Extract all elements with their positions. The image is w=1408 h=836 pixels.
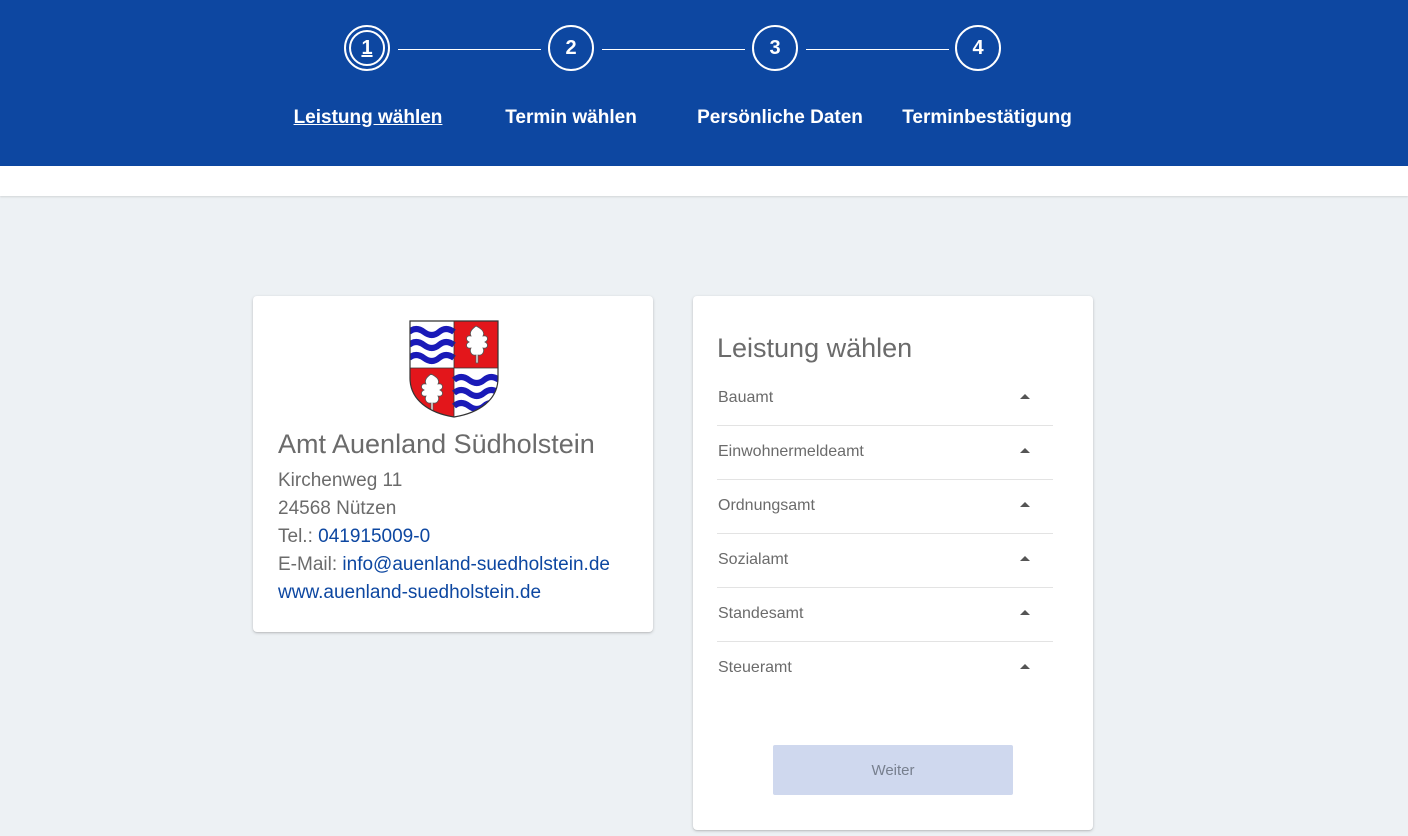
stepper-header: 1 2 3 4 Leistung wählen Termin wählen Pe… — [0, 0, 1408, 166]
office-street: Kirchenweg 11 — [278, 470, 403, 491]
service-item-label: Standesamt — [718, 605, 804, 622]
phone-link[interactable]: 041915009-0 — [318, 526, 430, 547]
email-label: E-Mail: — [278, 554, 338, 575]
service-item-label: Steueramt — [718, 659, 792, 676]
office-info-card: Amt Auenland Südholstein Kirchenweg 11 2… — [253, 296, 653, 632]
phone-label: Tel.: — [278, 526, 313, 547]
caret-up-icon — [1020, 502, 1030, 507]
office-phone-line: Tel.: 041915009-0 — [278, 526, 430, 548]
subheader-strip — [0, 166, 1408, 196]
step-2-circle[interactable]: 2 — [548, 25, 594, 71]
office-city: 24568 Nützen — [278, 498, 397, 519]
service-item-bauamt[interactable]: Bauamt — [717, 371, 1053, 426]
service-selection-card: Leistung wählen Bauamt Einwohnermeldeamt… — [693, 296, 1093, 830]
step-connector — [398, 49, 541, 50]
caret-up-icon — [1020, 556, 1030, 561]
step-number: 2 — [565, 36, 577, 59]
step-number: 3 — [769, 36, 781, 59]
service-item-label: Sozialamt — [718, 551, 789, 568]
step-3-label[interactable]: Persönliche Daten — [697, 107, 863, 129]
service-item-label: Einwohnermeldeamt — [718, 443, 864, 460]
step-3-circle[interactable]: 3 — [752, 25, 798, 71]
service-item-ordnungsamt[interactable]: Ordnungsamt — [717, 479, 1053, 534]
step-connector — [602, 49, 745, 50]
caret-up-icon — [1020, 664, 1030, 669]
step-1-label[interactable]: Leistung wählen — [294, 107, 443, 129]
step-1-circle[interactable]: 1 — [344, 25, 390, 71]
step-number: 1 — [361, 36, 373, 59]
website-link[interactable]: www.auenland-suedholstein.de — [278, 582, 541, 603]
service-item-einwohnermeldeamt[interactable]: Einwohnermeldeamt — [717, 425, 1053, 480]
next-button[interactable]: Weiter — [773, 745, 1013, 795]
coat-of-arms-icon — [409, 320, 499, 418]
caret-up-icon — [1020, 394, 1030, 399]
service-item-sozialamt[interactable]: Sozialamt — [717, 533, 1053, 588]
step-number: 4 — [972, 36, 984, 59]
step-4-label[interactable]: Terminbestätigung — [902, 107, 1072, 129]
panel-title: Leistung wählen — [717, 333, 913, 363]
email-link[interactable]: info@auenland-suedholstein.de — [342, 554, 610, 575]
service-item-standesamt[interactable]: Standesamt — [717, 587, 1053, 642]
office-website-line: www.auenland-suedholstein.de — [278, 582, 541, 604]
step-2-label[interactable]: Termin wählen — [505, 107, 637, 129]
caret-up-icon — [1020, 610, 1030, 615]
step-connector — [806, 49, 949, 50]
step-4-circle[interactable]: 4 — [955, 25, 1001, 71]
service-item-steueramt[interactable]: Steueramt — [717, 641, 1053, 695]
service-item-label: Ordnungsamt — [718, 497, 815, 514]
office-email-line: E-Mail: info@auenland-suedholstein.de — [278, 554, 610, 576]
caret-up-icon — [1020, 448, 1030, 453]
service-item-label: Bauamt — [718, 389, 774, 406]
office-name: Amt Auenland Südholstein — [278, 429, 595, 459]
